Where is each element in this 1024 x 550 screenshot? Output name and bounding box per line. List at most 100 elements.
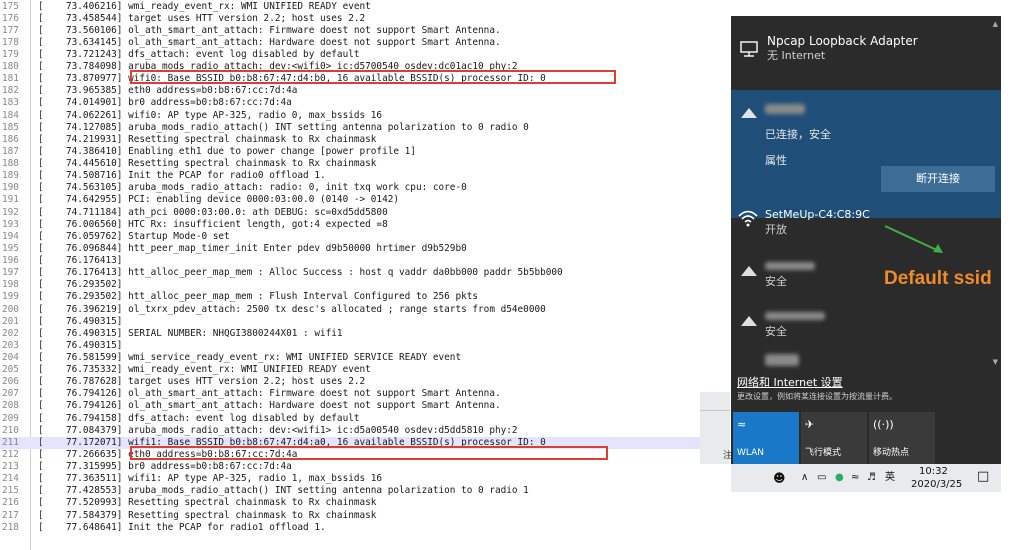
log-bracket: [ [38, 521, 44, 533]
chevron-up-icon[interactable]: ▲ [993, 20, 998, 28]
log-bracket: [ [38, 461, 44, 473]
log-line: 191 [74.642955] PCI: enabling device 0000… [0, 194, 700, 206]
log-line: 214 [77.363511] wifi1: AP type AP-325, ra… [0, 473, 700, 485]
ethernet-icon [740, 41, 758, 57]
log-line: 201 [76.490315] [0, 316, 700, 328]
network-item-connected[interactable]: 已连接，安全 属性 断开连接 [731, 90, 1001, 218]
chevron-down-icon[interactable]: ▼ [993, 358, 998, 366]
log-text: 76.396219] ol_txrx_pdev_attach: 2500 tx … [66, 303, 546, 315]
line-number: 185 [2, 121, 19, 133]
log-text: 74.062261] wifi0: AP type AP-325, radio … [66, 109, 383, 121]
line-number: 182 [2, 85, 19, 97]
line-number: 198 [2, 279, 19, 291]
log-line: 186 [74.219931] Resetting spectral chainm… [0, 134, 700, 146]
log-bracket: [ [38, 85, 44, 97]
log-text: 76.293502] htt_alloc_peer_map_mem : Flus… [66, 291, 479, 303]
log-bracket: [ [38, 267, 44, 279]
line-number: 176 [2, 12, 19, 24]
log-text: 76.794126] ol_ath_smart_ant_attach: Hard… [66, 400, 501, 412]
chevron-up-icon[interactable]: ∧ [801, 472, 808, 484]
log-bracket: [ [38, 291, 44, 303]
log-line: 217 [77.584379] Resetting spectral chainm… [0, 510, 700, 522]
wechat-icon[interactable]: ● [835, 472, 844, 484]
log-text: 74.445610] Resetting spectral chainmask … [66, 158, 377, 170]
log-text: 73.634145] ol_ath_smart_ant_attach: Hard… [66, 36, 501, 48]
log-line: 210 [77.084379] aruba_mods_radio_attach: … [0, 425, 700, 437]
clock-date[interactable]: 2020/3/25 [911, 479, 962, 491]
line-number: 208 [2, 400, 19, 412]
network-item-npcap[interactable]: Npcap Loopback Adapter 无 Internet [731, 16, 993, 76]
network-name: Npcap Loopback Adapter [767, 34, 918, 48]
hotspot-icon: ((·)) [873, 418, 894, 431]
line-number: 216 [2, 497, 19, 509]
log-bracket: [ [38, 400, 44, 412]
log-text: 77.084379] aruba_mods_radio_attach: dev:… [66, 424, 518, 436]
log-line: 185 [74.127085] aruba_mods_radio_attach()… [0, 122, 700, 134]
log-line: 206 [76.787628] target uses HTT version 2… [0, 376, 700, 388]
line-number: 200 [2, 303, 19, 315]
line-number: 178 [2, 36, 19, 48]
line-number: 204 [2, 351, 19, 363]
line-number: 214 [2, 473, 19, 485]
log-text: 76.490315] [66, 339, 123, 351]
highlight-box-wifi0 [130, 70, 616, 84]
line-number: 177 [2, 24, 19, 36]
line-number: 179 [2, 48, 19, 60]
taskbar: ☻ ∧ ▭ ● ≈ ♬ 英 10:32 2020/3/25 □ [731, 464, 1001, 492]
clock-time[interactable]: 10:32 [919, 466, 948, 478]
log-line: 202 [76.490315] SERIAL NUMBER: NHQGI38002… [0, 328, 700, 340]
log-bracket: [ [38, 509, 44, 521]
network-settings-link[interactable]: 网络和 Internet 设置 [737, 376, 843, 390]
log-text: 77.428553] aruba_mods_radio_attach() INT… [66, 485, 529, 497]
properties-link[interactable]: 属性 [765, 154, 787, 168]
wifi-icon[interactable]: ≈ [851, 472, 859, 484]
line-number: 213 [2, 461, 19, 473]
disconnect-button[interactable]: 断开连接 [881, 166, 995, 192]
log-line: 183 [74.014901] br0 address=b0:b8:67:cc:7… [0, 97, 700, 109]
log-line: 178 [73.634145] ol_ath_smart_ant_attach: … [0, 37, 700, 49]
log-bracket: [ [38, 194, 44, 206]
battery-icon[interactable]: ▭ [817, 472, 826, 484]
log-line: 204 [76.581599] wmi_service_ready_event_r… [0, 352, 700, 364]
line-number: 181 [2, 73, 19, 85]
log-bracket: [ [38, 242, 44, 254]
log-line: 198 [76.293502] [0, 279, 700, 291]
line-number: 193 [2, 218, 19, 230]
log-line: 192 [74.711184] ath_pci 0000:03:00.0: ath… [0, 207, 700, 219]
volume-icon[interactable]: ♬ [867, 472, 876, 484]
log-text: 76.006560] HTC Rx: insufficient length, … [66, 218, 388, 230]
network-item-setmeup[interactable]: SetMeUp-C4:C8:9C 开放 [731, 202, 993, 242]
user-icon[interactable]: ☻ [773, 472, 786, 484]
notification-icon[interactable]: □ [977, 470, 989, 483]
log-text: 74.642955] PCI: enabling device 0000:03:… [66, 194, 400, 206]
log-bracket: [ [38, 73, 44, 85]
log-bracket: [ [38, 473, 44, 485]
line-number: 175 [2, 0, 19, 12]
log-text: 73.965385] eth0 address=b0:b8:67:cc:7d:4… [66, 85, 298, 97]
line-number: 195 [2, 242, 19, 254]
log-bracket: [ [38, 388, 44, 400]
highlight-box-wifi1 [130, 446, 608, 460]
quick-action-wlan[interactable]: ≈ WLAN [733, 412, 799, 464]
log-line: 213 [77.315995] br0 address=b0:b8:67:cc:7… [0, 461, 700, 473]
annotation-arrow [884, 225, 943, 253]
network-item-secured-2[interactable]: 安全 [731, 306, 993, 346]
log-text: 74.508716] Init the PCAP for radio0 offl… [66, 170, 326, 182]
log-bracket: [ [38, 133, 44, 145]
log-bracket: [ [38, 412, 44, 424]
log-viewer: 175 [73.406216] wmi_ready_event_rx: WMI U… [0, 0, 700, 550]
line-number: 215 [2, 485, 19, 497]
line-number: 206 [2, 376, 19, 388]
log-line: 182 [73.965385] eth0 address=b0:b8:67:cc:… [0, 85, 700, 97]
line-number: 202 [2, 327, 19, 339]
quick-action-airplane[interactable]: ✈ 飞行模式 [801, 412, 867, 464]
ime-indicator[interactable]: 英 [885, 472, 895, 484]
log-text: 76.490315] [66, 315, 123, 327]
quick-action-hotspot[interactable]: ((·)) 移动热点 [869, 412, 935, 464]
redacted-network-name [765, 262, 815, 270]
log-bracket: [ [38, 424, 44, 436]
log-bracket: [ [38, 97, 44, 109]
log-text: 74.219931] Resetting spectral chainmask … [66, 133, 377, 145]
line-number: 210 [2, 424, 19, 436]
log-bracket: [ [38, 303, 44, 315]
